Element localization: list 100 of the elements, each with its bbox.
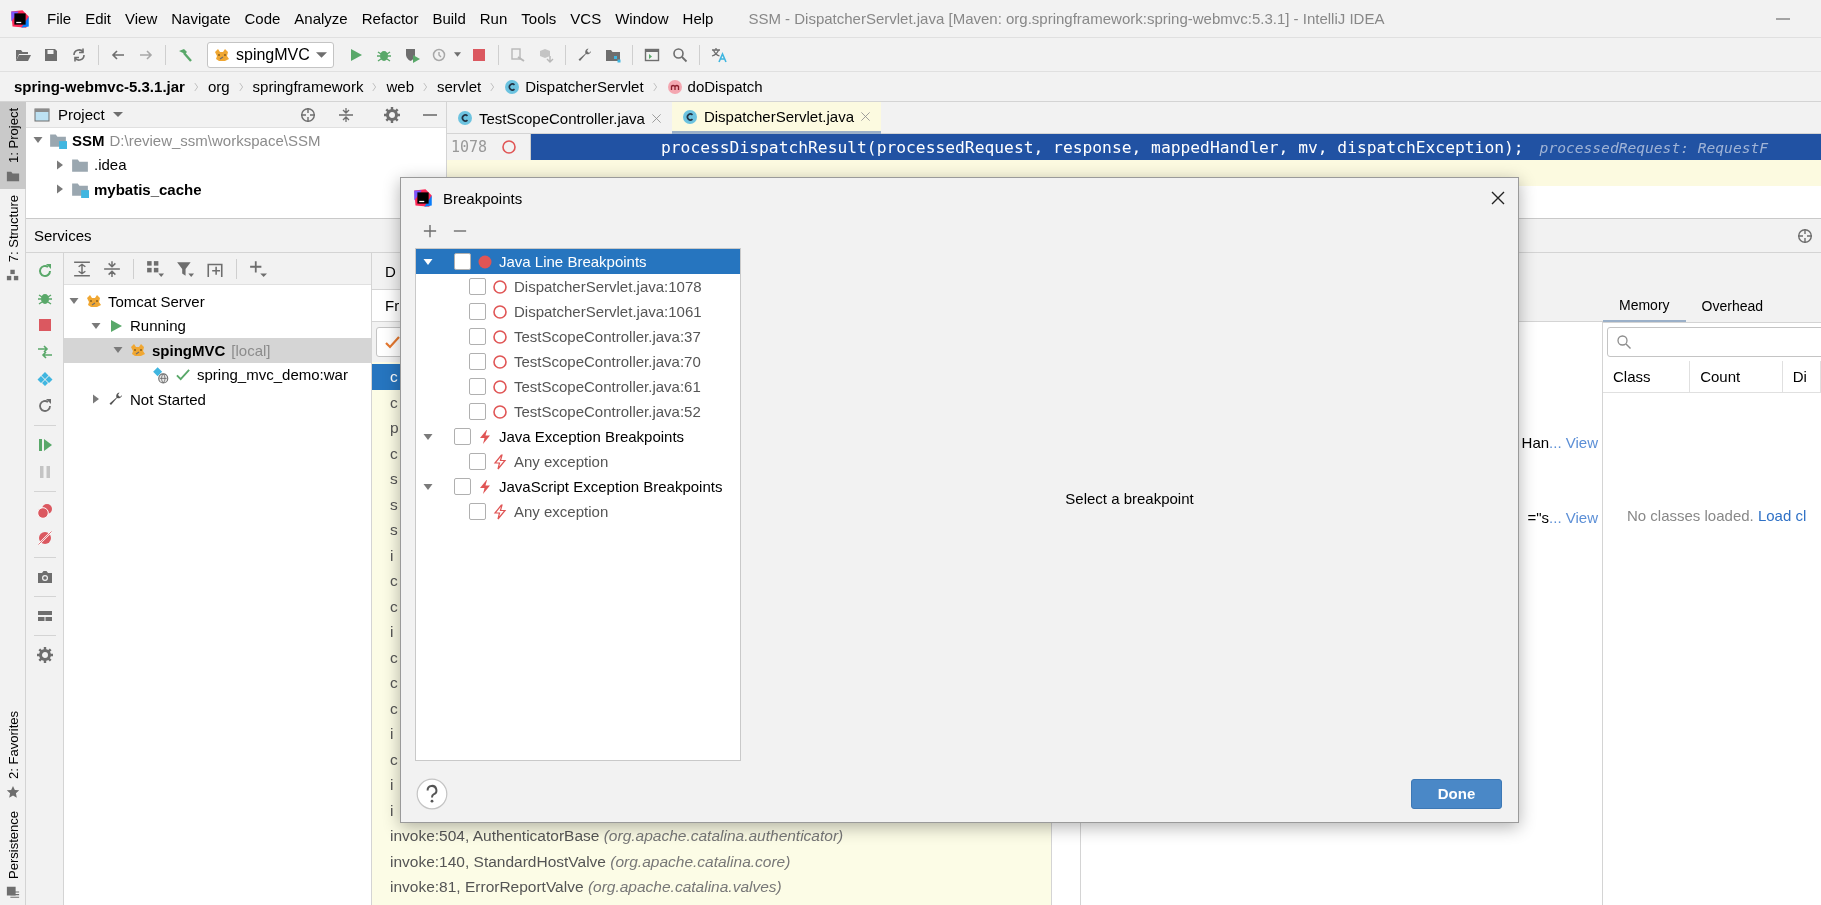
menu-item[interactable]: Analyze — [287, 10, 355, 27]
wrench-icon[interactable] — [576, 46, 593, 63]
diamond-icon[interactable] — [36, 371, 53, 387]
help-icon[interactable] — [416, 777, 448, 810]
locate-icon[interactable] — [1797, 227, 1813, 244]
save-icon[interactable] — [43, 46, 59, 63]
collapse-icon[interactable] — [338, 106, 354, 123]
checkbox[interactable] — [469, 278, 486, 295]
debugger-tab[interactable]: D — [385, 262, 396, 280]
menu-item[interactable]: Run — [472, 10, 515, 27]
breakpoint-item[interactable]: Any exception — [416, 499, 740, 524]
breakpoints-icon[interactable] — [36, 503, 53, 519]
menu-item[interactable]: Refactor — [354, 10, 426, 27]
filter-icon[interactable] — [176, 259, 194, 278]
tree-item[interactable]: Tomcat Server — [108, 292, 205, 310]
breakpoint-item[interactable]: TestScopeController.java:61 — [416, 374, 740, 399]
add-icon[interactable] — [249, 259, 267, 278]
breadcrumb[interactable]: spring-webmvc-5.3.1.jar — [14, 78, 185, 95]
checkbox[interactable] — [469, 378, 486, 395]
breakpoint-item[interactable]: Java Line Breakpoints — [416, 249, 740, 274]
caret-icon[interactable] — [112, 112, 123, 117]
editor-tab[interactable]: TestScopeController.java — [447, 102, 672, 134]
tool-window-tab[interactable]: Persistence — [0, 805, 26, 905]
run-config-dropdown[interactable]: spingMVC — [207, 41, 334, 68]
panel-title[interactable]: Project — [58, 106, 105, 123]
checkbox[interactable] — [454, 428, 471, 445]
breakpoint-item[interactable]: Java Exception Breakpoints — [416, 424, 740, 449]
menu-item[interactable]: Tools — [514, 10, 564, 27]
camera-icon[interactable] — [36, 569, 53, 585]
group-icon[interactable] — [146, 259, 164, 278]
column-header[interactable]: Di — [1782, 361, 1821, 392]
search-icon[interactable] — [671, 46, 688, 63]
tree-item[interactable]: mybatis_cache — [94, 180, 202, 198]
sync-icon[interactable] — [71, 46, 87, 63]
breadcrumb[interactable]: web — [386, 78, 414, 95]
breadcrumb[interactable]: springframework — [252, 78, 364, 95]
breakpoint-item[interactable]: Any exception — [416, 449, 740, 474]
menu-item[interactable]: View — [118, 10, 165, 27]
breakpoint-item[interactable]: DispatcherServlet.java:1061 — [416, 299, 740, 324]
checkbox[interactable] — [469, 403, 486, 420]
stop-icon[interactable] — [36, 317, 53, 333]
deploy-icon[interactable] — [36, 344, 53, 360]
frames-tab[interactable]: Fr — [385, 297, 400, 314]
refresh-icon[interactable] — [36, 398, 53, 414]
stack-frame[interactable]: invoke:81, ErrorReportValve (org.apache.catalina.valves) — [372, 874, 1051, 900]
terminal-icon[interactable] — [643, 46, 660, 63]
checkbox[interactable] — [469, 453, 486, 470]
menu-item[interactable]: Window — [608, 10, 676, 27]
tree-item[interactable]: spring_mvc_demo:war — [197, 366, 348, 384]
column-header[interactable]: Count — [1690, 361, 1783, 392]
menu-item[interactable]: Code — [237, 10, 288, 27]
checkbox[interactable] — [469, 328, 486, 345]
checkbox[interactable] — [469, 503, 486, 520]
stack-frame[interactable]: invoke:504, AuthenticatorBase (org.apache.catalina.authenticator) — [372, 823, 1051, 849]
resume-icon[interactable] — [36, 437, 53, 453]
checkbox[interactable] — [469, 353, 486, 370]
tool-window-tab[interactable]: 2: Favorites — [0, 705, 26, 806]
tree-item[interactable]: SSM — [72, 131, 105, 149]
tree-item[interactable]: Running — [130, 317, 186, 335]
coverage-icon[interactable] — [403, 46, 420, 63]
add-icon[interactable] — [423, 224, 437, 238]
breakpoint-item[interactable]: DispatcherServlet.java:1078 — [416, 274, 740, 299]
checkbox[interactable] — [469, 303, 486, 320]
load-classes-link[interactable]: Load cl — [1757, 507, 1807, 524]
breadcrumb[interactable]: org — [207, 78, 230, 95]
editor-tab[interactable]: DispatcherServlet.java — [671, 102, 881, 134]
menu-item[interactable]: File — [40, 10, 79, 27]
stop-icon[interactable] — [470, 46, 487, 63]
menu-item[interactable]: Navigate — [164, 10, 238, 27]
memory-tab[interactable]: Memory — [1603, 290, 1686, 322]
tree-item[interactable]: .idea — [94, 156, 127, 174]
done-button[interactable]: Done — [1411, 778, 1502, 809]
breadcrumb[interactable]: servlet — [437, 78, 482, 95]
caret-icon[interactable] — [453, 52, 461, 57]
rerun-icon[interactable] — [36, 263, 53, 279]
breakpoint-icon[interactable] — [501, 139, 518, 155]
menu-item[interactable]: VCS — [563, 10, 609, 27]
tool-window-tab[interactable]: 7: Structure — [0, 188, 26, 289]
close-icon[interactable] — [1490, 190, 1506, 206]
settings-icon[interactable] — [36, 647, 53, 663]
menu-item[interactable]: Build — [425, 10, 473, 27]
menu-item[interactable]: Help — [675, 10, 721, 27]
breadcrumb[interactable]: DispatcherServlet — [504, 78, 644, 95]
memory-tab[interactable]: Overhead — [1685, 290, 1780, 322]
checkbox[interactable] — [454, 253, 471, 270]
breakpoint-item[interactable]: JavaScript Exception Breakpoints — [416, 474, 740, 499]
stack-frame[interactable]: invoke:140, StandardHostValve (org.apache.catalina.core) — [372, 848, 1051, 874]
locate-icon[interactable] — [300, 106, 316, 123]
settings-icon[interactable] — [384, 106, 400, 123]
breadcrumb[interactable]: doDispatch — [666, 78, 763, 95]
expand-all-icon[interactable] — [73, 259, 91, 278]
checkbox[interactable] — [454, 478, 471, 495]
breakpoint-item[interactable]: TestScopeController.java:52 — [416, 399, 740, 424]
column-header[interactable]: Class — [1603, 361, 1691, 392]
mute-breakpoints-icon[interactable] — [36, 530, 53, 546]
breakpoint-item[interactable]: TestScopeController.java:37 — [416, 324, 740, 349]
translate-icon[interactable] — [710, 46, 727, 63]
menu-item[interactable]: Edit — [78, 10, 119, 27]
tree-item[interactable]: spingMVC — [152, 341, 226, 359]
profiler-icon[interactable] — [431, 46, 448, 63]
